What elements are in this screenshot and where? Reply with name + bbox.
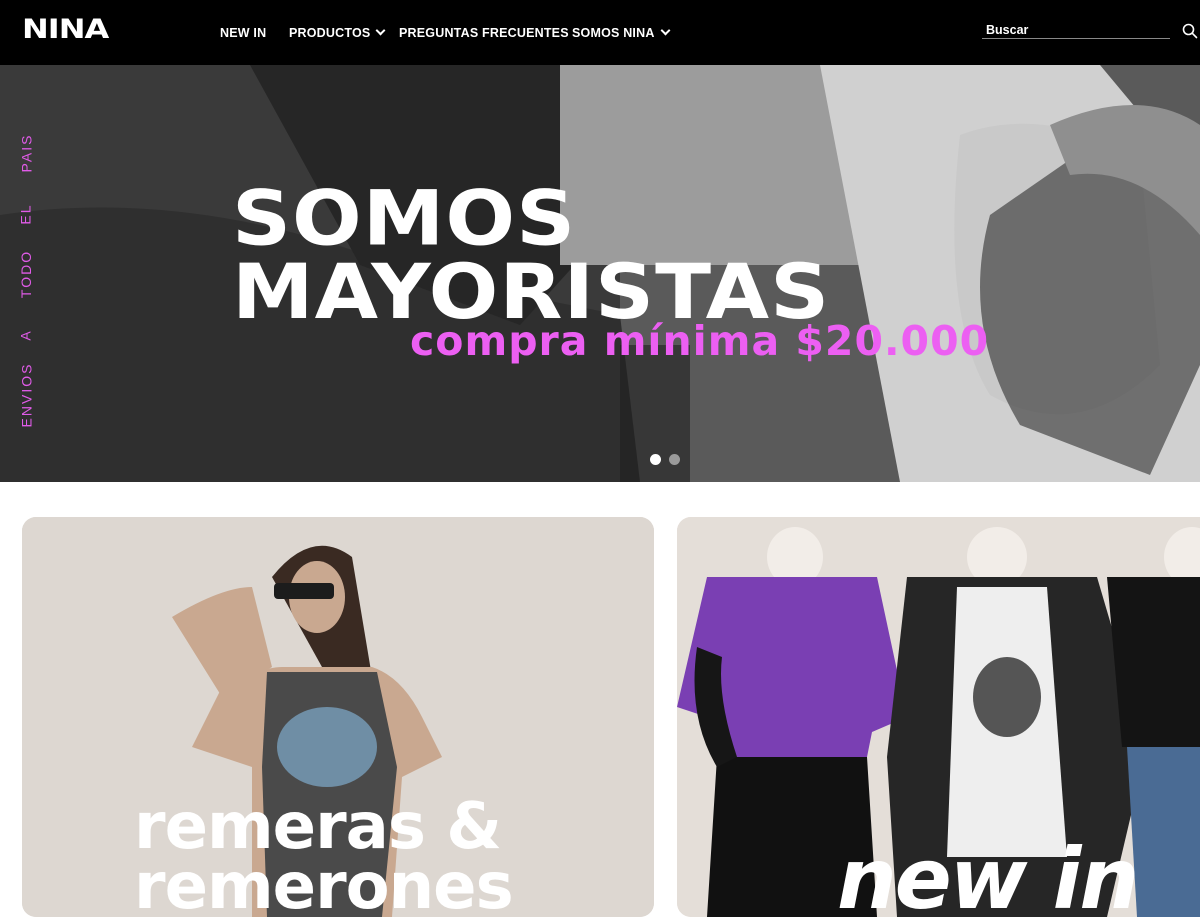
vertical-word: TODO (18, 249, 35, 299)
slider-dot-active[interactable] (650, 454, 661, 465)
chevron-down-icon (376, 25, 386, 35)
hero-title-line1: SOMOS (232, 175, 577, 264)
site-header: NINA NEW IN PRODUCTOS PREGUNTAS FRECUENT… (0, 0, 1200, 65)
category-title: new in (837, 830, 1139, 917)
vertical-word: ENVIOS (18, 362, 34, 428)
vertical-word: EL (18, 202, 34, 225)
vertical-word: PAIS (18, 133, 34, 173)
hero-title: SOMOS MAYORISTAS (232, 175, 830, 331)
search-icon (1182, 23, 1198, 39)
nav-preguntas-label: PREGUNTAS FRECUENTES (399, 25, 569, 40)
category-card-new-in[interactable]: new in (677, 517, 1200, 917)
nina-logo[interactable]: NINA (22, 14, 109, 44)
hero-banner[interactable]: ENVIOS A TODO EL PAIS SOMOS MAYORISTAS c… (0, 65, 1200, 482)
search-box (982, 21, 1170, 39)
category-title-line2: remerones (134, 850, 514, 917)
nav-somos-nina[interactable]: SOMOS NINA (572, 0, 671, 65)
search-input[interactable] (982, 21, 1170, 39)
shipping-vertical-text: ENVIOS A TODO EL PAIS (16, 134, 36, 428)
category-title-line1: remeras & (134, 790, 502, 864)
nav-productos[interactable]: PRODUCTOS (289, 0, 386, 65)
nav-productos-label: PRODUCTOS (289, 25, 371, 40)
nav-new-in-label: NEW IN (220, 25, 267, 40)
nav-somos-nina-label: SOMOS NINA (572, 25, 655, 40)
category-title: remeras & remerones (134, 790, 514, 917)
slider-dot[interactable] (669, 454, 680, 465)
nav-new-in[interactable]: NEW IN (220, 0, 266, 65)
chevron-down-icon (660, 25, 671, 35)
hero-subtitle: compra mínima $20.000 (410, 317, 990, 365)
slider-dots (650, 454, 680, 465)
vertical-word: A (18, 328, 34, 341)
category-card-remeras[interactable]: remeras & remerones (22, 517, 654, 917)
nav-preguntas-frecuentes[interactable]: PREGUNTAS FRECUENTES (399, 0, 569, 65)
search-button[interactable] (1182, 23, 1198, 39)
